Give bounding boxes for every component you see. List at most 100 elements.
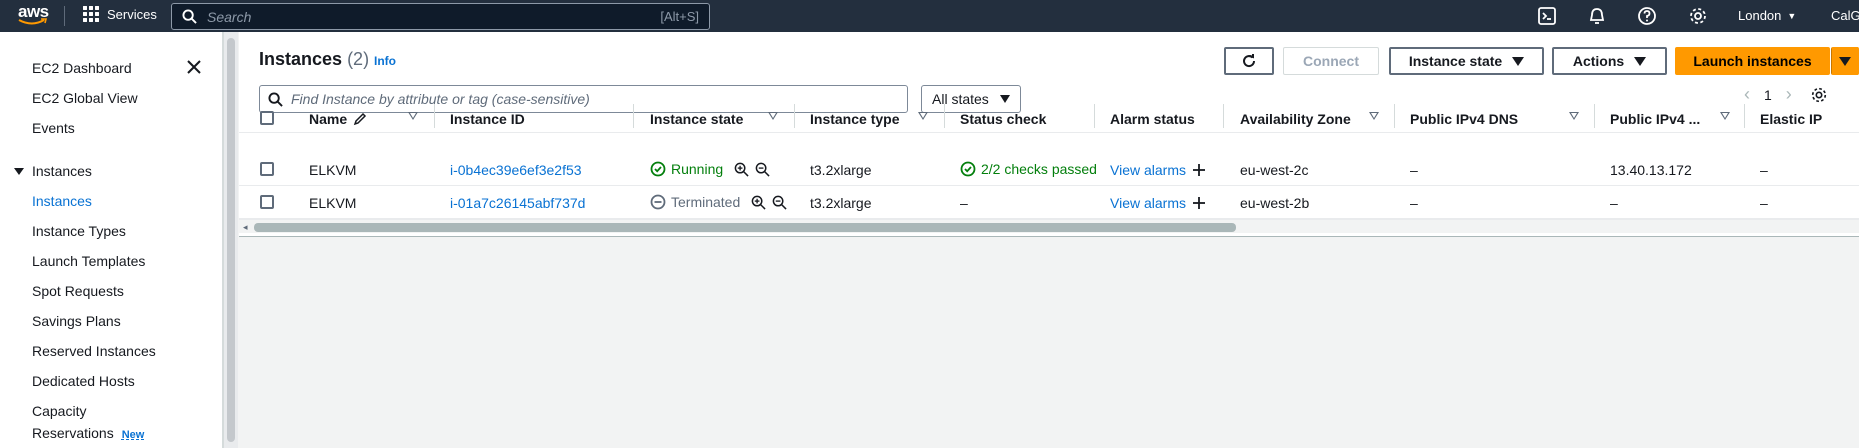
cell-status-check: – xyxy=(960,195,968,211)
column-divider[interactable] xyxy=(1594,104,1595,128)
row-divider xyxy=(239,185,1859,186)
column-divider[interactable] xyxy=(1394,104,1395,128)
sidebar-scrollbar-thumb[interactable] xyxy=(227,38,235,442)
cell-elastic-ip: – xyxy=(1760,162,1768,178)
launch-instances-dropdown[interactable] xyxy=(1831,47,1859,75)
column-header-public-ipv4-dns[interactable]: Public IPv4 DNS xyxy=(1410,111,1518,127)
sidebar-item-ec2-global-view[interactable]: EC2 Global View xyxy=(32,90,138,106)
status-check-text: 2/2 checks passed xyxy=(981,161,1097,177)
column-header-name[interactable]: Name xyxy=(309,111,367,127)
column-divider[interactable] xyxy=(944,104,945,128)
account-menu[interactable]: CalG xyxy=(1831,8,1859,23)
sidebar-item-instances[interactable]: Instances xyxy=(32,193,92,209)
sidebar-item-spot-requests[interactable]: Spot Requests xyxy=(32,283,124,299)
sort-icon[interactable] xyxy=(768,112,778,120)
zoom-in-icon[interactable] xyxy=(751,195,766,210)
refresh-button[interactable] xyxy=(1224,47,1274,75)
sort-icon[interactable] xyxy=(1720,112,1730,120)
cell-name[interactable]: ELKVM xyxy=(309,195,356,211)
column-divider[interactable] xyxy=(633,104,634,128)
global-search-input[interactable]: Search [Alt+S] xyxy=(171,3,710,30)
nav-divider xyxy=(64,6,65,26)
page-title: Instances (2) xyxy=(259,49,369,70)
caret-down-icon xyxy=(14,167,24,175)
sidebar-item-launch-templates[interactable]: Launch Templates xyxy=(32,253,145,269)
filter-icons xyxy=(734,162,770,177)
sidebar-section-instances[interactable]: Instances xyxy=(14,163,92,179)
plus-icon[interactable] xyxy=(1192,196,1206,210)
new-badge: New xyxy=(121,429,145,441)
column-divider[interactable] xyxy=(434,104,435,128)
sidebar-item-ec2-dashboard[interactable]: EC2 Dashboard xyxy=(32,60,132,76)
search-icon xyxy=(182,9,197,24)
column-header-public-ipv4[interactable]: Public IPv4 ... xyxy=(1610,111,1700,127)
search-placeholder: Search xyxy=(207,8,252,25)
column-header-status-check[interactable]: Status check xyxy=(960,111,1046,127)
view-alarms-link[interactable]: View alarms xyxy=(1110,195,1186,211)
cell-public-ipv4: – xyxy=(1610,195,1618,211)
column-divider[interactable] xyxy=(794,104,795,128)
help-icon[interactable] xyxy=(1637,6,1657,26)
sort-icon[interactable] xyxy=(1569,112,1579,120)
column-divider[interactable] xyxy=(1094,104,1095,128)
instance-state-text: Running xyxy=(671,161,724,177)
info-link[interactable]: Info xyxy=(374,54,396,68)
cell-instance-id-link[interactable]: i-0b4ec39e6ef3e2f53 xyxy=(450,162,582,178)
page-title-text: Instances xyxy=(259,49,343,69)
instance-state-label: Instance state xyxy=(1408,53,1503,69)
sidebar-item-instance-types[interactable]: Instance Types xyxy=(32,223,126,239)
select-all-checkbox[interactable] xyxy=(260,111,274,125)
sidebar-item-events[interactable]: Events xyxy=(32,120,75,136)
column-header-availability-zone[interactable]: Availability Zone xyxy=(1240,111,1351,127)
success-check-icon xyxy=(650,161,666,177)
refresh-icon xyxy=(1243,54,1256,68)
zoom-out-icon[interactable] xyxy=(772,195,787,210)
column-header-alarm-status[interactable]: Alarm status xyxy=(1110,111,1195,127)
instance-count: (2) xyxy=(347,49,370,69)
cell-instance-id-link[interactable]: i-01a7c26145abf737d xyxy=(450,195,585,211)
column-header-elastic-ip[interactable]: Elastic IP xyxy=(1760,111,1822,127)
sidebar-item-savings-plans[interactable]: Savings Plans xyxy=(32,313,121,329)
column-divider[interactable] xyxy=(1223,104,1224,128)
sidebar-item-dedicated-hosts[interactable]: Dedicated Hosts xyxy=(32,373,135,389)
sidebar-item-reserved-instances[interactable]: Reserved Instances xyxy=(32,343,156,359)
connect-button[interactable]: Connect xyxy=(1283,47,1379,75)
settings-gear-icon[interactable] xyxy=(1688,6,1708,26)
dropdown-icon xyxy=(1634,56,1647,66)
column-divider[interactable] xyxy=(1744,104,1745,128)
horizontal-scrollbar[interactable]: ◂ xyxy=(239,219,1859,233)
row-checkbox[interactable] xyxy=(260,162,274,176)
column-header-instance-state[interactable]: Instance state xyxy=(650,111,743,127)
cell-name[interactable]: ELKVM xyxy=(309,162,356,178)
launch-instances-button[interactable]: Launch instances xyxy=(1675,47,1830,75)
cell-instance-type: t3.2xlarge xyxy=(810,162,872,178)
row-checkbox[interactable] xyxy=(260,195,274,209)
scroll-left-icon[interactable]: ◂ xyxy=(243,222,248,233)
cell-public-ipv4: 13.40.13.172 xyxy=(1610,162,1692,178)
sidebar-item-capacity-reservations[interactable]: Capacity Reservations New xyxy=(32,403,144,441)
sort-icon[interactable] xyxy=(918,112,928,120)
cell-instance-state: Terminated xyxy=(650,194,787,210)
horizontal-scrollbar-thumb[interactable] xyxy=(254,223,1236,232)
column-header-instance-id[interactable]: Instance ID xyxy=(450,111,525,127)
plus-icon[interactable] xyxy=(1192,163,1206,177)
cloudshell-icon[interactable] xyxy=(1537,6,1557,26)
region-selector[interactable]: London ▼ xyxy=(1738,8,1796,23)
chevron-down-icon: ▼ xyxy=(1787,10,1797,21)
region-label: London xyxy=(1738,8,1782,23)
zoom-out-icon[interactable] xyxy=(755,162,770,177)
zoom-in-icon[interactable] xyxy=(734,162,749,177)
bell-icon[interactable] xyxy=(1587,6,1607,26)
sort-icon[interactable] xyxy=(408,112,418,120)
view-alarms-link[interactable]: View alarms xyxy=(1110,162,1186,178)
close-icon[interactable] xyxy=(186,59,202,75)
actions-button[interactable]: Actions xyxy=(1552,47,1667,75)
sidebar-scrollbar[interactable] xyxy=(223,32,238,448)
services-menu-button[interactable]: Services xyxy=(83,6,157,22)
sort-icon[interactable] xyxy=(1369,112,1379,120)
aws-logo[interactable]: aws xyxy=(18,3,52,29)
cell-availability-zone: eu-west-2c xyxy=(1240,162,1309,178)
column-header-instance-type[interactable]: Instance type xyxy=(810,111,899,127)
sidebar-item-capacity-line2: Reservations xyxy=(32,425,114,441)
instance-state-button[interactable]: Instance state xyxy=(1389,47,1544,75)
